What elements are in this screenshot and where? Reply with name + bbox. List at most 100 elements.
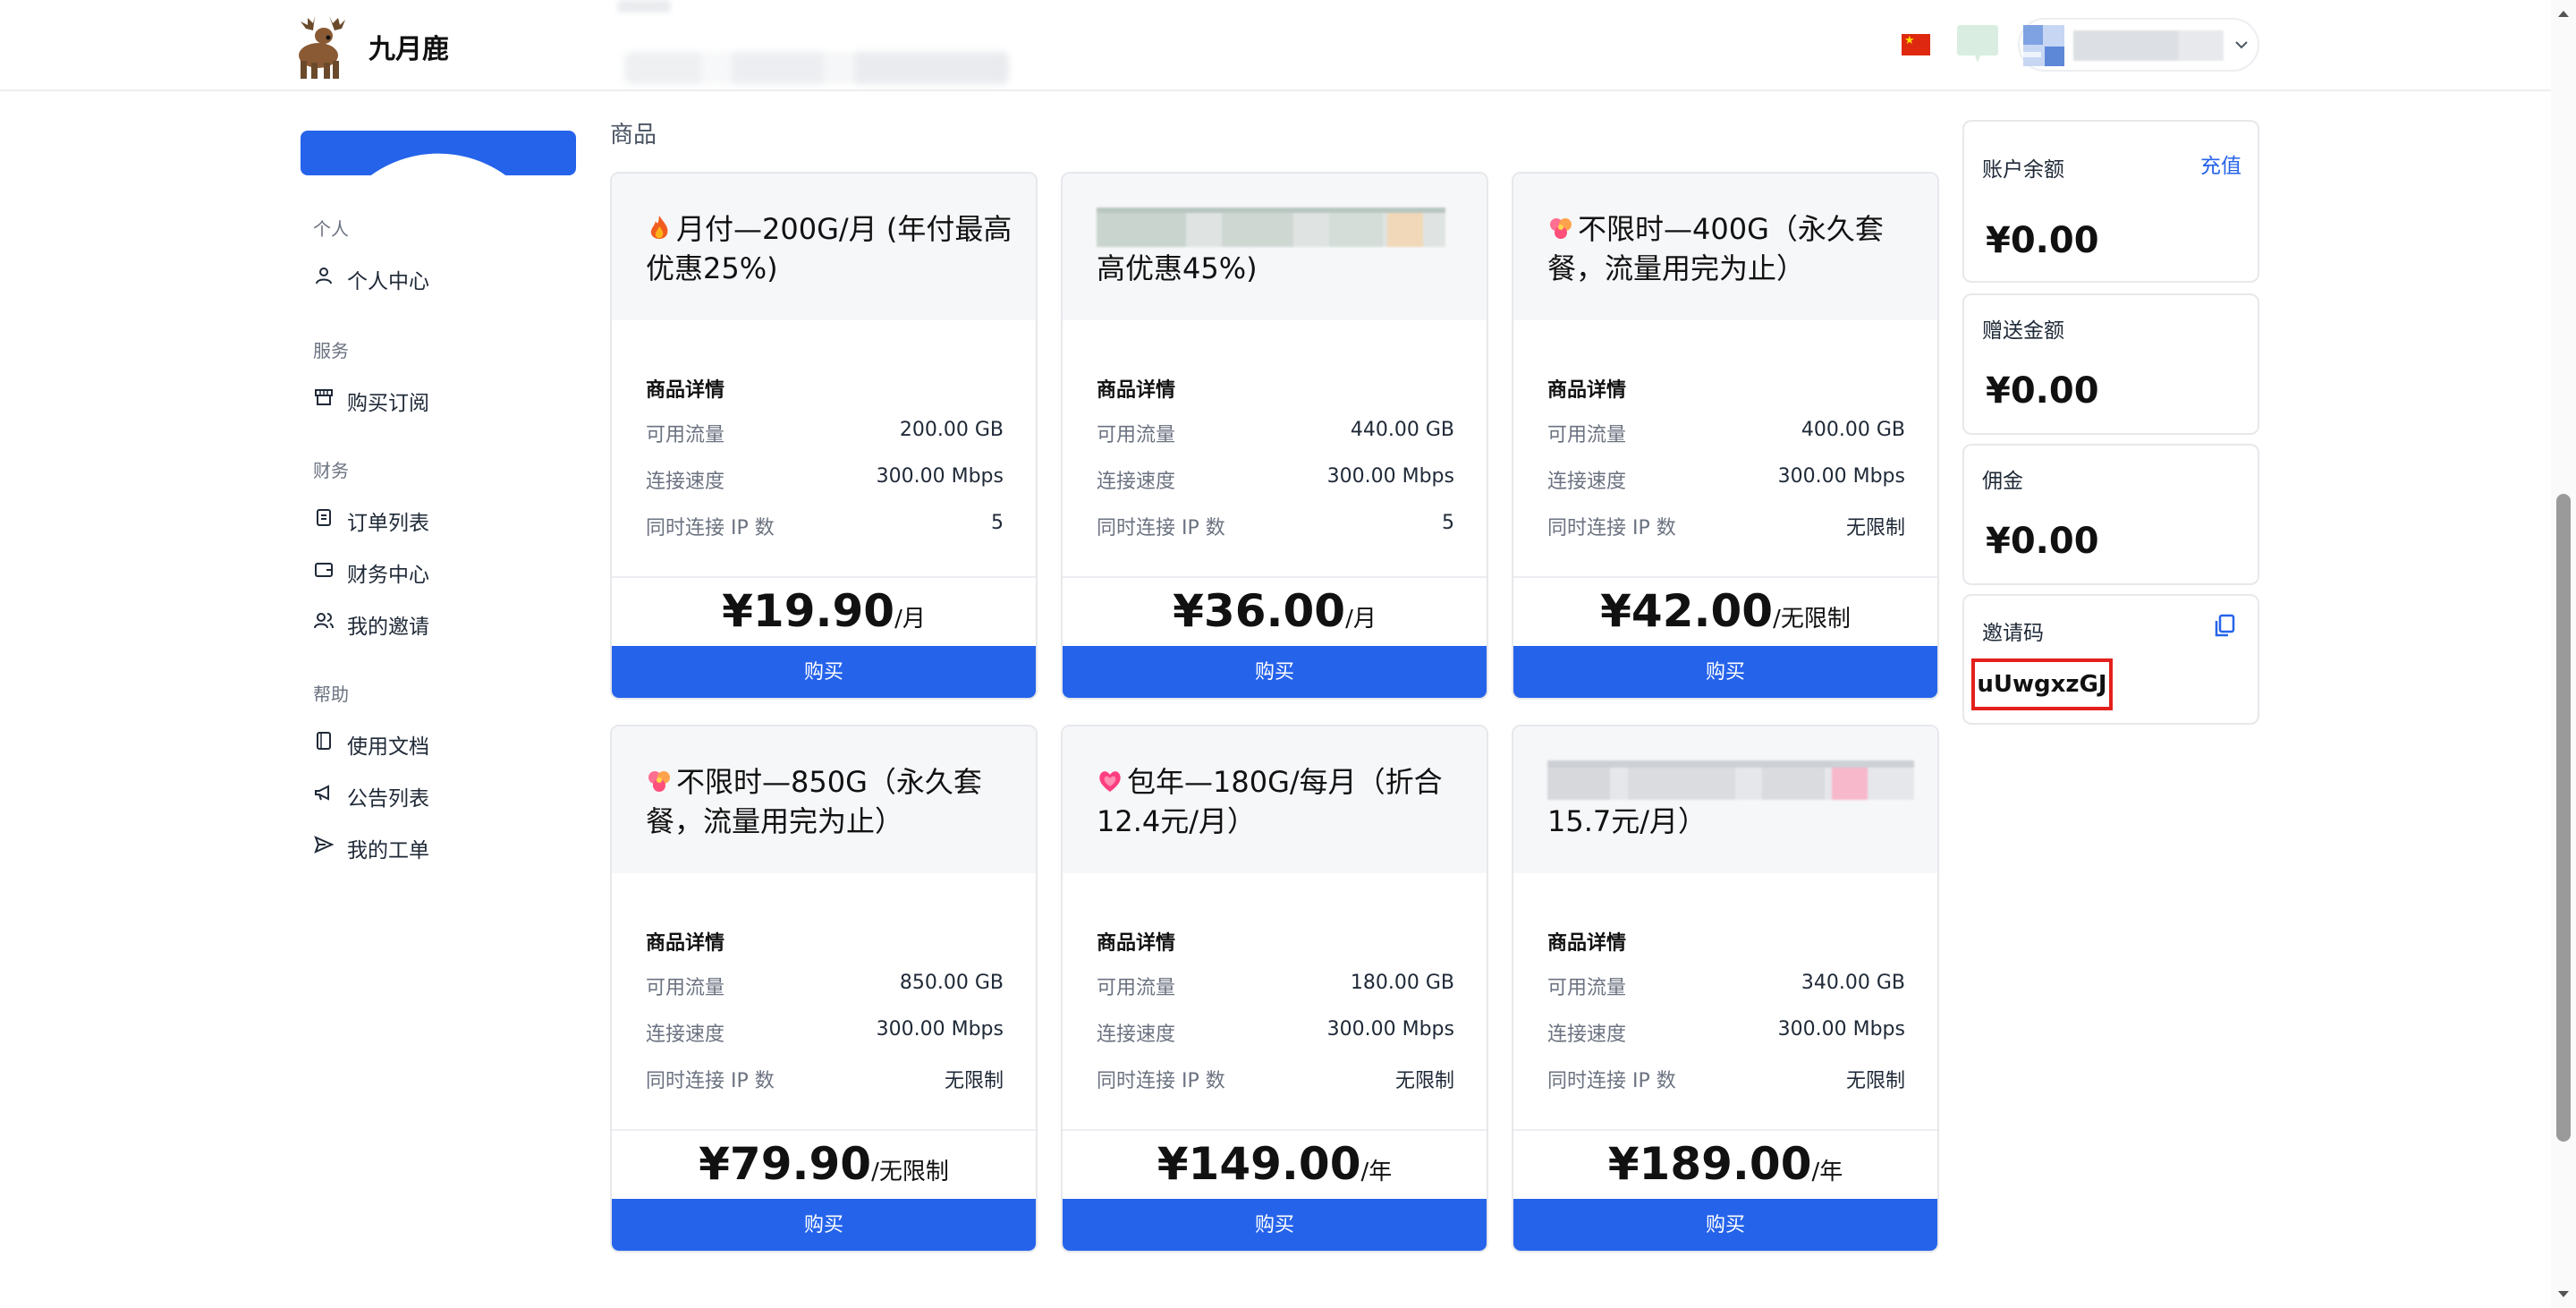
invite-card: 邀请码 uUwgxzGJ bbox=[1962, 594, 2259, 725]
price-amount: ¥42.00 bbox=[1600, 585, 1774, 637]
section-title: 商品 bbox=[610, 122, 657, 149]
buy-button[interactable]: 购买 bbox=[612, 646, 1036, 698]
blurred-title bbox=[1547, 760, 1914, 800]
spec-value: 300.00 Mbps bbox=[1777, 465, 1905, 488]
spec-value: 无限制 bbox=[944, 1070, 1004, 1092]
invite-code[interactable]: uUwgxzGJ bbox=[1971, 658, 2113, 710]
sidebar-item-label: 公告列表 bbox=[347, 787, 429, 811]
price-amount: ¥19.90 bbox=[722, 585, 895, 637]
copy-icon[interactable] bbox=[2213, 614, 2236, 639]
spec-row-ips: 同时连接 IP 数 无限制 bbox=[646, 1065, 1004, 1092]
spec-key: 同时连接 IP 数 bbox=[1097, 517, 1225, 539]
wallet-icon bbox=[315, 563, 333, 577]
flower-icon bbox=[1550, 218, 1572, 239]
spec-value: 无限制 bbox=[1845, 517, 1905, 539]
china-flag-icon[interactable]: ★ bbox=[1902, 34, 1930, 55]
nav-group-service: 服务 bbox=[313, 340, 349, 361]
price-unit: /月 bbox=[894, 606, 926, 633]
product-card: 包年—180G/每月（折合12.4元/月） 商品详情 可用流量 180.00 G… bbox=[1061, 725, 1488, 1253]
card-header: 月付—200G/月 (年付最高优惠25%) bbox=[612, 174, 1036, 320]
nav-group-personal: 个人 bbox=[313, 218, 349, 240]
spec-value: 5 bbox=[991, 512, 1004, 534]
details-label: 商品详情 bbox=[1097, 379, 1176, 402]
spec-key: 可用流量 bbox=[646, 977, 725, 999]
details-label: 商品详情 bbox=[646, 932, 725, 955]
sidebar-item-orders[interactable]: 订单列表 bbox=[301, 497, 576, 537]
sidebar-item-tickets[interactable]: 我的工单 bbox=[301, 825, 576, 864]
spec-row-ips: 同时连接 IP 数 无限制 bbox=[1097, 1065, 1454, 1092]
sidebar-item-profile[interactable]: 个人中心 bbox=[301, 256, 576, 295]
card-header: 包年—180G/每月（折合12.4元/月） bbox=[1063, 726, 1487, 873]
spec-key: 同时连接 IP 数 bbox=[1547, 1070, 1676, 1092]
details-label: 商品详情 bbox=[1547, 932, 1627, 955]
megaphone-icon bbox=[315, 785, 329, 801]
spec-key: 同时连接 IP 数 bbox=[646, 1070, 775, 1092]
user-icon bbox=[316, 268, 332, 285]
spec-value: 无限制 bbox=[1394, 1070, 1454, 1092]
spec-value: 850.00 GB bbox=[899, 972, 1004, 994]
sidebar-item-finance[interactable]: 财务中心 bbox=[301, 549, 576, 589]
spec-key: 连接速度 bbox=[1097, 471, 1176, 493]
flower-icon bbox=[648, 771, 670, 792]
buy-button[interactable]: 购买 bbox=[1513, 646, 1937, 698]
spec-value: 300.00 Mbps bbox=[1326, 465, 1454, 488]
divider bbox=[1513, 576, 1937, 578]
sidebar-item-announcements[interactable]: 公告列表 bbox=[301, 773, 576, 812]
product-title: 包年—180G/每月（折合12.4元/月） bbox=[1097, 762, 1463, 841]
sidebar-item-buy[interactable]: 购买订阅 bbox=[301, 378, 576, 417]
spec-row-traffic: 可用流量 400.00 GB bbox=[1547, 419, 1905, 446]
sidebar-item-home[interactable]: 主页 bbox=[301, 131, 576, 430]
spec-key: 同时连接 IP 数 bbox=[1097, 1070, 1225, 1092]
divider bbox=[1063, 1129, 1487, 1131]
user-menu[interactable] bbox=[2018, 18, 2259, 72]
price: ¥149.00/年 bbox=[1063, 1138, 1487, 1190]
blurred-title bbox=[1097, 208, 1445, 247]
spec-row-traffic: 可用流量 440.00 GB bbox=[1097, 419, 1454, 446]
spec-value: 无限制 bbox=[1845, 1070, 1905, 1092]
scrollbar-thumb[interactable] bbox=[2556, 494, 2571, 1142]
spec-value: 340.00 GB bbox=[1801, 972, 1905, 994]
gift-label: 赠送金额 bbox=[1982, 319, 2064, 343]
sidebar-item-label: 我的邀请 bbox=[347, 616, 429, 639]
buy-button[interactable]: 购买 bbox=[612, 1199, 1036, 1251]
spec-value: 5 bbox=[1442, 512, 1454, 534]
product-card: 月付—200G/月 (年付最高优惠25%) 商品详情 可用流量 200.00 G… bbox=[610, 172, 1038, 700]
balance-card: 账户余额 充值 ¥0.00 bbox=[1962, 120, 2259, 283]
recharge-link[interactable]: 充值 bbox=[2200, 149, 2241, 179]
buy-button[interactable]: 购买 bbox=[1063, 646, 1487, 698]
price: ¥42.00/无限制 bbox=[1513, 585, 1937, 637]
spec-row-traffic: 可用流量 180.00 GB bbox=[1097, 972, 1454, 999]
spec-row-ips: 同时连接 IP 数 无限制 bbox=[1547, 1065, 1905, 1092]
price-amount: ¥189.00 bbox=[1607, 1138, 1812, 1190]
product-card: 15.7元/月） 商品详情 可用流量 340.00 GB 连接速度 300.00… bbox=[1512, 725, 1939, 1253]
spec-key: 连接速度 bbox=[1547, 1023, 1627, 1046]
price-unit: /无限制 bbox=[871, 1159, 949, 1185]
divider bbox=[612, 1129, 1036, 1131]
sidebar-item-docs[interactable]: 使用文档 bbox=[301, 721, 576, 760]
brand-name[interactable]: 九月鹿 bbox=[369, 27, 449, 66]
scroll-up-arrow-icon[interactable] bbox=[2556, 7, 2571, 20]
spec-key: 可用流量 bbox=[1097, 424, 1176, 446]
chat-icon[interactable] bbox=[1957, 25, 1998, 63]
sidebar-item-label: 我的工单 bbox=[347, 839, 429, 862]
price-amount: ¥149.00 bbox=[1157, 1138, 1361, 1190]
clipboard-icon bbox=[317, 509, 331, 526]
spec-row-speed: 连接速度 300.00 Mbps bbox=[646, 1018, 1004, 1046]
heart-icon bbox=[1099, 771, 1121, 792]
store-icon bbox=[315, 389, 333, 405]
top-header: 九月鹿 ★ bbox=[0, 0, 2576, 91]
buy-button[interactable]: 购买 bbox=[1063, 1199, 1487, 1251]
scroll-down-arrow-icon[interactable] bbox=[2556, 1288, 2571, 1301]
buy-button[interactable]: 购买 bbox=[1513, 1199, 1937, 1251]
spec-value: 400.00 GB bbox=[1801, 419, 1905, 441]
product-title-text: 包年—180G/每月（折合12.4元/月） bbox=[1097, 765, 1443, 838]
deer-logo-icon[interactable] bbox=[288, 13, 360, 81]
nav-group-help: 帮助 bbox=[313, 684, 349, 705]
sidebar-item-invite[interactable]: 我的邀请 bbox=[301, 601, 576, 641]
product-card: 不限时—400G（永久套餐，流量用完为止） 商品详情 可用流量 400.00 G… bbox=[1512, 172, 1939, 700]
chevron-down-icon bbox=[2235, 41, 2248, 49]
product-title: 月付—200G/月 (年付最高优惠25%) bbox=[646, 209, 1013, 288]
spec-row-speed: 连接速度 300.00 Mbps bbox=[1547, 465, 1905, 493]
spec-row-speed: 连接速度 300.00 Mbps bbox=[646, 465, 1004, 493]
spec-key: 连接速度 bbox=[646, 471, 725, 493]
